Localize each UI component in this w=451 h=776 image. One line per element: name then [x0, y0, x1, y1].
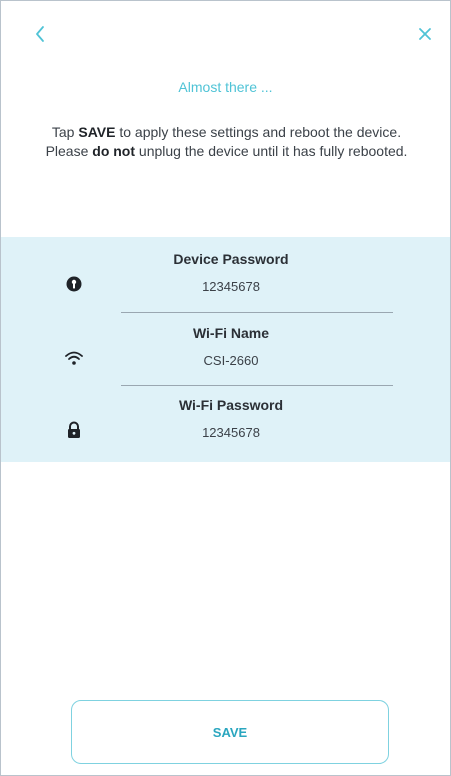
setting-row-wifi-name: Wi-Fi Name CSI-2660	[1, 319, 450, 389]
save-keyword: SAVE	[78, 124, 116, 140]
lock-icon	[63, 419, 85, 441]
setting-row-device-password: Device Password 12345678	[1, 245, 450, 315]
setting-title: Wi-Fi Password	[178, 397, 284, 413]
back-button[interactable]	[25, 19, 55, 49]
subtitle: Almost there ...	[178, 79, 273, 95]
setting-title: Wi-Fi Name	[192, 325, 270, 341]
divider	[121, 312, 393, 313]
settings-summary-panel: Device Password 12345678 Wi-Fi Name CSI-…	[1, 237, 450, 462]
close-button[interactable]	[410, 19, 440, 49]
instructions-part-3: unplug the device until it has fully reb…	[135, 143, 408, 159]
instructions-part-1: Tap	[51, 124, 79, 140]
save-button[interactable]: SAVE	[71, 700, 389, 764]
do-not-keyword: do not	[92, 143, 136, 159]
divider	[121, 385, 393, 386]
setting-value: 12345678	[202, 425, 260, 440]
setting-row-wifi-password: Wi-Fi Password 12345678	[1, 391, 450, 461]
chevron-left-icon	[34, 25, 46, 43]
instructions-text: Tap SAVE to apply these settings and reb…	[41, 123, 412, 161]
setting-title: Device Password	[173, 251, 289, 267]
setting-value: CSI-2660	[203, 353, 259, 368]
setup-confirm-screen: Almost there ... Tap SAVE to apply these…	[0, 0, 451, 776]
setting-value: 12345678	[202, 279, 260, 294]
device-password-icon	[63, 273, 85, 295]
wifi-icon	[63, 347, 85, 369]
close-icon	[418, 27, 432, 41]
